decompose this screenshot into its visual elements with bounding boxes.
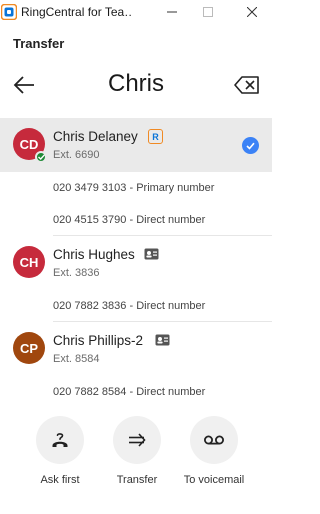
number-separator: - [126,214,137,226]
maximize-button[interactable] [188,0,228,24]
phone-number-option[interactable]: 020 7882 8584 - Direct number [0,376,272,396]
voicemail-icon [204,435,224,445]
minimize-icon [167,11,177,13]
contact-item-chris-phillips-2[interactable]: CP Chris Phillips-2 Ext. 8584 020 7882 8… [0,322,272,396]
transfer-circle[interactable] [113,416,161,464]
ask-first-button[interactable]: Ask first [24,416,96,486]
selected-check-icon [242,137,259,154]
ask-first-icon [52,433,68,447]
ask-first-label: Ask first [40,474,80,486]
avatar: CH [13,246,45,278]
phone-number: 020 3479 3103 [53,182,127,194]
phone-number-option[interactable]: 020 4515 3790 - Direct number [0,204,272,236]
close-button[interactable] [232,0,272,24]
number-type: Direct number [136,386,206,396]
voicemail-circle[interactable] [190,416,238,464]
contact-header[interactable]: CD Chris Delaney R Ext. 6690 [0,118,272,172]
contact-extension: Ext. 6690 [53,149,100,161]
number-separator: - [126,182,137,194]
number-type: Primary number [136,182,215,194]
contact-header[interactable]: CP Chris Phillips-2 Ext. 8584 [0,322,272,376]
ringcentral-app-icon [1,4,17,20]
to-voicemail-label: To voicemail [183,474,245,486]
window-title: RingCentral for Tea… [21,5,131,19]
contact-header[interactable]: CH Chris Hughes Ext. 3836 [0,236,272,290]
maximize-icon [203,7,213,17]
number-type: Direct number [136,300,206,312]
contact-extension: Ext. 8584 [53,353,100,365]
transfer-arrow-icon [129,433,146,447]
minimize-button[interactable] [152,0,192,24]
contact-item-chris-delaney[interactable]: CD Chris Delaney R Ext. 6690 020 3479 31… [0,118,272,236]
window-titlebar: RingCentral for Tea… [0,0,272,24]
arrow-left-icon[interactable] [12,74,36,96]
presence-available-icon [35,151,47,163]
number-separator: - [126,300,137,312]
to-voicemail-button[interactable]: To voicemail [178,416,250,486]
search-input[interactable]: Chris [40,70,232,98]
transfer-label: Transfer [116,474,158,486]
number-type: Direct number [136,214,206,226]
transfer-actions: Ask first Transfer To voicemail [0,416,272,496]
backspace-clear-icon[interactable] [234,76,260,94]
phone-number-option[interactable]: 020 7882 3836 - Direct number [0,290,272,322]
phone-number: 020 7882 3836 [53,300,127,312]
contact-name: Chris Hughes [53,247,135,262]
search-row: Chris [0,62,272,108]
ask-first-circle[interactable] [36,416,84,464]
contact-list[interactable]: CD Chris Delaney R Ext. 6690 020 3479 31… [0,118,272,396]
page-title: Transfer [13,36,65,51]
transfer-button[interactable]: Transfer [101,416,173,486]
phone-number: 020 7882 8584 [53,386,127,396]
ringcentral-icon: R [148,129,163,144]
number-separator: - [126,386,137,396]
contact-item-chris-hughes[interactable]: CH Chris Hughes Ext. 3836 020 7882 3836 … [0,236,272,322]
contact-extension: Ext. 3836 [53,267,100,279]
contact-name: Chris Delaney [53,129,138,144]
contact-name: Chris Phillips-2 [53,333,144,348]
close-icon [247,7,257,17]
avatar: CP [13,332,45,364]
contact-card-icon [144,248,159,260]
phone-number: 020 4515 3790 [53,214,127,226]
contact-card-icon [155,334,170,346]
phone-number-option[interactable]: 020 3479 3103 - Primary number [0,172,272,204]
